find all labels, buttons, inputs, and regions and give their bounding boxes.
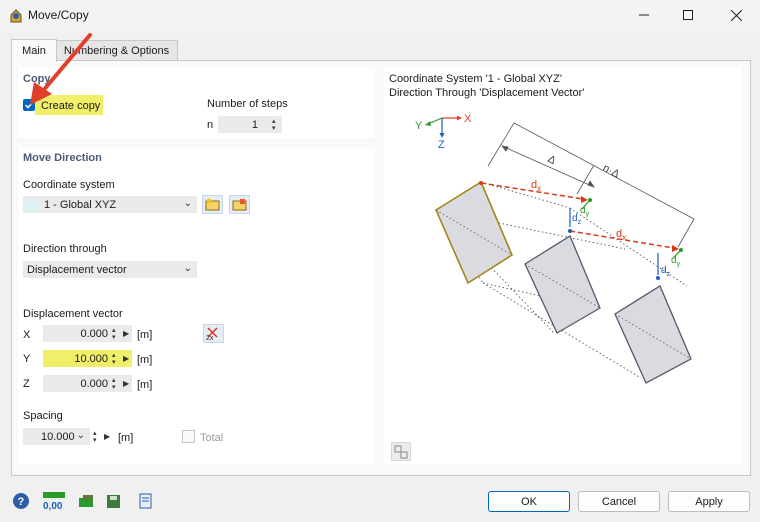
y-spinner-icon[interactable]: ▴ ▾ [112,352,116,366]
minimize-icon [639,14,649,16]
number-of-steps-label: Number of steps [207,98,288,110]
z-spinner-icon[interactable]: ▴ ▾ [112,377,116,391]
color-swatch [26,198,38,211]
move-copy-diagram: X Y Z Δ n·Δ dx dx dy dy dz dz [415,113,695,384]
dx-label-2: dx [616,228,626,242]
double-vector-icon: 2x [206,327,218,341]
load-settings-button[interactable] [136,490,158,512]
y-label: Y [23,353,31,365]
direction-through-label: Direction through [23,243,107,255]
total-checkbox[interactable] [182,430,195,443]
help-icon: ? [13,493,29,509]
z-unit: [m] [137,379,153,391]
help-button[interactable]: ? [10,490,32,512]
axis-y-label: Y [415,120,423,132]
coordinate-system-label: Coordinate system [23,179,115,191]
spacing-spinner-icon[interactable]: ▴ ▾ [93,430,97,444]
z-menu-arrow-icon[interactable]: ▶ [123,379,129,388]
new-coordinate-system-button[interactable] [202,195,223,214]
dy-label-2: dy [671,255,681,268]
spacing-menu-arrow-icon[interactable]: ▶ [104,432,110,441]
minimize-button[interactable] [622,0,666,30]
maximize-button[interactable] [666,0,710,30]
direction-through-value: Displacement vector [27,263,127,276]
dimension-lines [487,122,695,248]
chevron-down-icon: ⌄ [183,198,192,209]
close-icon [730,9,742,21]
axis-z-label: Z [438,139,445,151]
move-copy-app-icon [8,7,25,24]
axis-triad [425,115,462,138]
dy-label-1: dy [580,205,590,218]
displacement-y-input[interactable]: 10.000 [43,350,132,367]
svg-text:?: ? [18,496,25,508]
preview-settings-icon [394,445,408,458]
dx-arrow-head-2 [672,245,679,252]
total-label: Total [200,432,224,444]
copy-member-2 [614,285,692,384]
svg-text:2x: 2x [206,335,214,341]
dx-arrow-head-1 [581,196,588,203]
tab-main[interactable]: Main [11,39,57,62]
displacement-x-input[interactable]: 0.000 [43,325,132,342]
x-label: X [23,329,31,341]
document-icon [139,493,152,509]
z-label: Z [23,378,30,390]
direction-through-select[interactable]: Displacement vector ⌄ [23,261,197,278]
chevron-down-icon: ⌄ [183,263,192,274]
y-menu-arrow-icon[interactable]: ▶ [123,354,129,363]
new-coordinate-system-icon [205,198,220,211]
apply-button[interactable]: Apply [668,491,750,512]
spacing-label: Spacing [23,410,63,422]
ok-button[interactable]: OK [488,491,570,512]
svg-text:0,00: 0,00 [43,501,63,511]
chevron-down-icon: ⌄ [76,430,85,441]
x-menu-arrow-icon[interactable]: ▶ [123,329,129,338]
move-direction-title: Move Direction [23,152,102,164]
save-icon [107,495,120,508]
edit-coordinate-system-button[interactable] [229,195,250,214]
copy-member-1 [524,235,601,334]
displacement-vector-label: Displacement vector [23,308,123,320]
steps-spinner-icon[interactable]: ▴ ▾ [272,118,276,132]
coordinate-system-select[interactable]: 1 - Global XYZ ⌄ [23,196,197,213]
save-settings-button[interactable] [104,490,126,512]
decimal-places-button[interactable]: 0,00 [42,490,66,512]
units-icon [79,495,93,507]
dx-label-1: dx [531,179,541,193]
decimal-places-icon: 0,00 [43,492,65,511]
coordinate-system-value: 1 - Global XYZ [44,198,117,211]
spacing-select[interactable]: 10.000 ⌄ [23,428,90,445]
cancel-button[interactable]: Cancel [578,491,660,512]
y-unit: [m] [137,354,153,366]
preview-settings-button[interactable] [391,442,411,461]
window-title: Move/Copy [28,8,89,22]
axis-x-label: X [464,113,472,125]
displacement-z-input[interactable]: 0.000 [43,375,132,392]
double-vector-button[interactable]: 2x [203,324,224,343]
x-unit: [m] [137,329,153,341]
n-delta-label: n·Δ [601,162,622,181]
dz-label-2: dz [661,265,671,278]
delta-label: Δ [546,153,559,167]
steps-variable-label: n [207,119,214,131]
edit-coordinate-system-icon [232,199,247,211]
spacing-unit: [m] [118,432,134,444]
close-button[interactable] [714,0,758,30]
x-spinner-icon[interactable]: ▴ ▾ [112,327,116,341]
units-button[interactable] [76,490,98,512]
maximize-icon [683,10,693,20]
spacing-value: 10.000 [41,430,75,443]
